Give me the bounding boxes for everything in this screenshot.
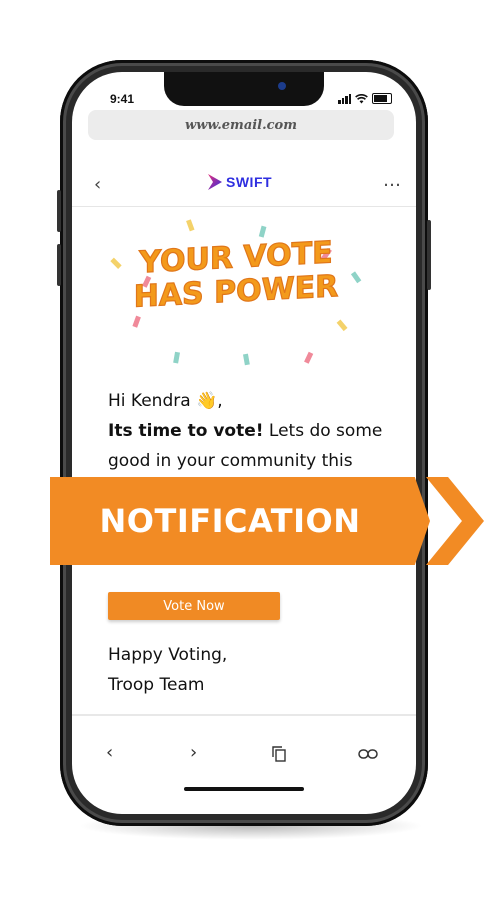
camera-icon (278, 82, 286, 90)
signoff-line-1: Happy Voting, (108, 645, 228, 665)
email-nav-bar: ‹ SWIFT … (72, 164, 416, 207)
waving-hand-icon: 👋 (196, 391, 218, 411)
signoff-line-2: Troop Team (108, 675, 205, 695)
chevron-right-icon (426, 477, 484, 565)
message-line: Its time to vote! Lets do some good in y… (108, 416, 398, 476)
hero-graphic: YOUR VOTE HAS POWER (110, 219, 362, 366)
address-bar[interactable]: www.email.com (88, 110, 394, 140)
greeting-punct: , (217, 391, 223, 411)
email-body-text: Hi Kendra 👋, Its time to vote! Lets do s… (108, 386, 398, 476)
status-icons (338, 92, 392, 104)
status-time: 9:41 (110, 92, 135, 106)
home-indicator (184, 787, 304, 791)
greeting-text: Hi Kendra (108, 391, 191, 411)
back-arrow-icon[interactable]: ‹ (106, 742, 113, 763)
browser-toolbar: ‹ › (72, 736, 416, 776)
copy-icon[interactable] (272, 746, 286, 762)
forward-arrow-icon[interactable]: › (190, 742, 197, 763)
link-icon[interactable] (358, 748, 378, 760)
headline-bold: Its time to vote! (108, 421, 264, 441)
side-button-volume-up (57, 190, 61, 232)
divider (72, 714, 416, 716)
logo-text: SWIFT (226, 174, 273, 190)
signoff: Happy Voting, Troop Team (108, 640, 227, 700)
greeting-line: Hi Kendra 👋, (108, 386, 398, 416)
chevron-left-icon[interactable]: ‹ (94, 174, 101, 195)
more-dots-icon[interactable]: … (383, 170, 402, 191)
signal-icon (338, 94, 351, 104)
url-text: www.email.com (185, 117, 297, 133)
side-button-volume-down (57, 244, 61, 286)
side-button-power (427, 220, 431, 290)
swift-logo: SWIFT (208, 174, 272, 190)
phone-screen: 9:41 www.email.com ‹ SWIFT … YOUR VOTE H… (72, 72, 416, 814)
notch (164, 72, 324, 106)
logo-mark-icon (208, 174, 222, 190)
notification-banner: NOTIFICATION (50, 477, 430, 565)
battery-icon (372, 93, 392, 104)
wifi-icon (355, 94, 368, 104)
vote-now-button[interactable]: Vote Now (108, 592, 280, 620)
banner-label: NOTIFICATION (99, 502, 361, 540)
